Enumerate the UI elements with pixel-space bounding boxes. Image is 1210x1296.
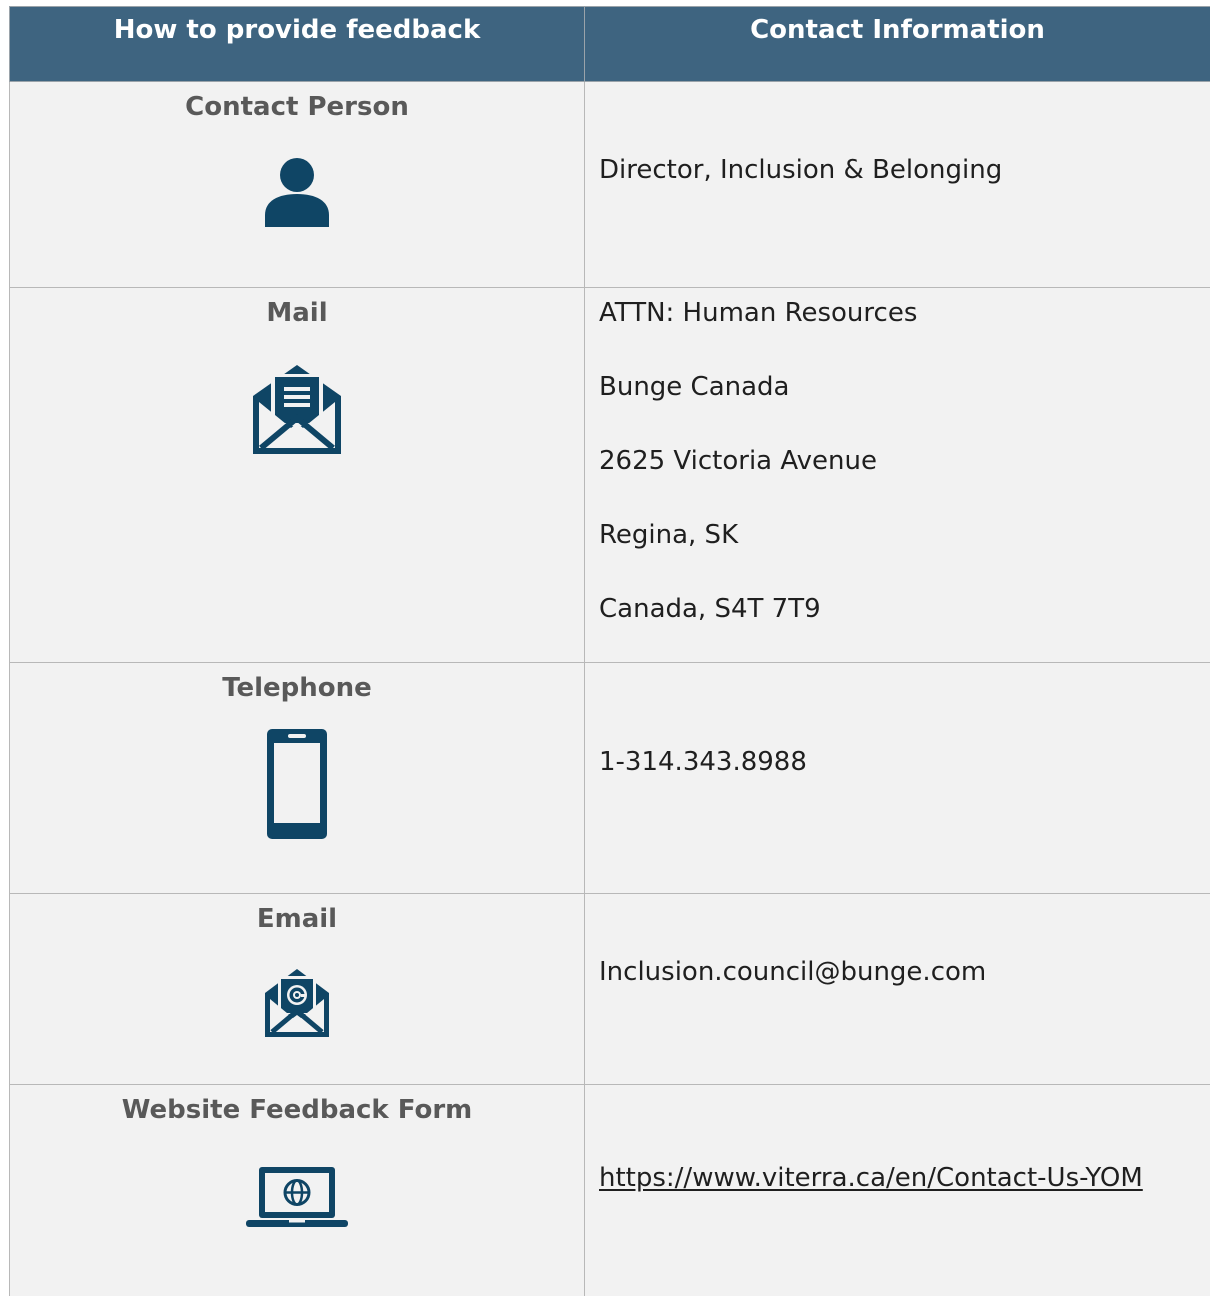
person-icon bbox=[10, 157, 584, 227]
header-row: How to provide feedback Contact Informat… bbox=[9, 6, 1210, 82]
mail-line: Bunge Canada bbox=[599, 372, 790, 402]
email-text: Inclusion.council@bunge.com bbox=[599, 957, 987, 987]
email-at-icon bbox=[10, 967, 584, 1039]
telephone-text: 1-314.343.8988 bbox=[599, 747, 807, 777]
info-cell: https://www.viterra.ca/en/Contact-Us-YOM bbox=[584, 1084, 1210, 1296]
feedback-table: How to provide feedback Contact Informat… bbox=[9, 6, 1210, 1296]
contact-person-text: Director, Inclusion & Belonging bbox=[599, 154, 1003, 185]
table-row: Email Inclusion.council@bunge.com bbox=[9, 893, 1210, 1085]
method-label: Email bbox=[256, 904, 338, 934]
info-cell: Inclusion.council@bunge.com bbox=[584, 893, 1210, 1085]
mail-line: ATTN: Human Resources bbox=[599, 298, 918, 328]
mail-line: Regina, SK bbox=[599, 520, 739, 550]
table-row: Contact Person Director, Inclusion & Bel… bbox=[9, 81, 1210, 288]
table-row: Telephone 1-314.343.8988 bbox=[9, 662, 1210, 894]
mail-line: 2625 Victoria Avenue bbox=[599, 446, 877, 476]
website-feedback-link[interactable]: https://www.viterra.ca/en/Contact-Us-YOM bbox=[599, 1162, 1210, 1194]
mail-letter-icon bbox=[10, 362, 584, 456]
method-cell: Telephone bbox=[9, 662, 585, 894]
info-cell: Director, Inclusion & Belonging bbox=[584, 81, 1210, 288]
method-cell: Mail bbox=[9, 287, 585, 663]
header-method: How to provide feedback bbox=[9, 6, 585, 82]
phone-icon bbox=[10, 728, 584, 840]
info-cell: ATTN: Human Resources Bunge Canada 2625 … bbox=[584, 287, 1210, 663]
mail-line: Canada, S4T 7T9 bbox=[599, 594, 821, 624]
method-cell: Email bbox=[9, 893, 585, 1085]
header-contact: Contact Information bbox=[584, 6, 1210, 82]
method-cell: Contact Person bbox=[9, 81, 585, 288]
method-label: Telephone bbox=[222, 673, 372, 703]
method-label: Mail bbox=[266, 298, 328, 328]
table-row: Mail ATTN: Human Resources Bunge Canada … bbox=[9, 287, 1210, 663]
method-label: Website Feedback Form bbox=[121, 1095, 473, 1125]
laptop-globe-icon bbox=[10, 1166, 584, 1228]
info-cell: 1-314.343.8988 bbox=[584, 662, 1210, 894]
feedback-document: How to provide feedback Contact Informat… bbox=[0, 0, 1210, 1296]
method-cell: Website Feedback Form bbox=[9, 1084, 585, 1296]
method-label: Contact Person bbox=[185, 92, 409, 122]
table-row: Website Feedback Form https://www.viterr… bbox=[9, 1084, 1210, 1296]
